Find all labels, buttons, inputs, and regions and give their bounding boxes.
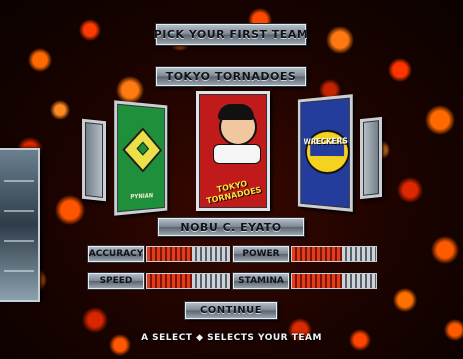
power-bar-fill bbox=[292, 247, 343, 261]
continue-button[interactable]: CONTINUE bbox=[185, 302, 277, 319]
accuracy-bar bbox=[146, 246, 230, 262]
team-card-selected[interactable]: TOKYO TORNADOES bbox=[196, 91, 270, 211]
team-card-label: TOKYO TORNADOES bbox=[205, 179, 263, 206]
mascot-hair-icon bbox=[218, 104, 254, 120]
stamina-bar bbox=[291, 273, 377, 289]
team-card-far-right[interactable] bbox=[360, 116, 382, 200]
team-card-left[interactable]: PYNIAN bbox=[114, 100, 168, 216]
controls-hint: A SELECT ◆ SELECTS YOUR TEAM bbox=[141, 333, 322, 343]
side-monitor-image bbox=[0, 148, 40, 302]
team-card-right[interactable]: WRECKERS bbox=[297, 94, 353, 212]
team-card-far-left[interactable] bbox=[82, 118, 106, 202]
power-bar-empty bbox=[342, 247, 376, 261]
accuracy-label: ACCURACY bbox=[88, 246, 144, 262]
accuracy-bar-empty bbox=[192, 247, 229, 261]
mascot-body-icon bbox=[213, 144, 261, 164]
speed-label: SPEED bbox=[88, 273, 144, 289]
team-emblem-icon bbox=[122, 127, 163, 173]
team-card-label: PYNIAN bbox=[130, 192, 154, 201]
power-label: POWER bbox=[233, 246, 289, 262]
stamina-bar-empty bbox=[342, 274, 376, 288]
accuracy-bar-fill bbox=[147, 247, 193, 261]
speed-bar-fill bbox=[147, 274, 193, 288]
speed-bar bbox=[146, 273, 230, 289]
stamina-label: STAMINA bbox=[233, 273, 289, 289]
power-bar bbox=[291, 246, 377, 262]
player-name: NOBU C. EYATO bbox=[158, 218, 304, 236]
screen-title: PICK YOUR FIRST TEAM bbox=[154, 24, 308, 45]
speed-bar-empty bbox=[192, 274, 229, 288]
stamina-bar-fill bbox=[292, 274, 343, 288]
selected-team-name: TOKYO TORNADOES bbox=[156, 67, 306, 86]
team-card-label: WRECKERS bbox=[303, 136, 348, 147]
